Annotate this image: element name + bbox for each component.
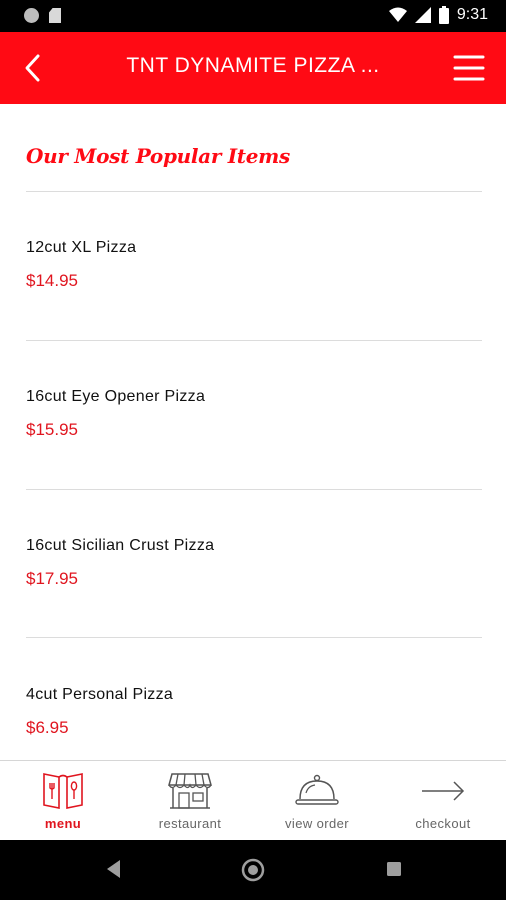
- nav-label: menu: [44, 816, 82, 831]
- nav-menu[interactable]: menu: [0, 761, 126, 841]
- battery-icon: [438, 6, 449, 24]
- hamburger-icon: [453, 55, 485, 81]
- menu-book-icon: [43, 773, 83, 809]
- status-time: 9:31: [456, 6, 488, 23]
- nav-label: restaurant: [158, 816, 222, 831]
- sd-card-icon: [49, 8, 61, 23]
- status-right: 9:31: [388, 6, 488, 24]
- item-price: $17.95: [26, 569, 78, 588]
- status-left: [24, 8, 61, 23]
- divider: [26, 191, 482, 192]
- system-recents-icon[interactable]: [385, 858, 403, 880]
- item-price: $6.95: [26, 718, 69, 737]
- nav-checkout[interactable]: checkout: [380, 761, 506, 841]
- nav-restaurant[interactable]: restaurant: [127, 761, 253, 841]
- storefront-icon: [168, 773, 212, 809]
- app-bar: TNT DYNAMITE PIZZA ...: [0, 32, 506, 104]
- nav-label: view order: [285, 816, 349, 831]
- status-bar: 9:31: [0, 0, 506, 32]
- cell-signal-icon: [414, 7, 431, 23]
- list-item[interactable]: 16cut Eye Opener Pizza $15.95: [0, 388, 506, 508]
- divider: [26, 489, 482, 490]
- system-home-icon[interactable]: [241, 858, 265, 882]
- system-back-icon[interactable]: [104, 858, 124, 880]
- divider: [26, 637, 482, 638]
- item-price: $14.95: [26, 271, 78, 290]
- item-name: 4cut Personal Pizza: [26, 686, 174, 703]
- section-title: Our Most Popular Items: [26, 144, 290, 168]
- wifi-icon: [388, 7, 407, 22]
- list-item[interactable]: 4cut Personal Pizza $6.95: [0, 686, 506, 760]
- hamburger-menu-button[interactable]: [452, 51, 486, 85]
- page-title: TNT DYNAMITE PIZZA ...: [126, 54, 380, 77]
- popular-items-list: Our Most Popular Items 12cut XL Pizza $1…: [0, 104, 506, 760]
- divider: [26, 340, 482, 341]
- list-item[interactable]: 16cut Sicilian Crust Pizza $17.95: [0, 537, 506, 657]
- system-nav-bar: [0, 840, 506, 900]
- item-price: $15.95: [26, 420, 78, 439]
- cloche-icon: [295, 774, 339, 805]
- item-name: 16cut Eye Opener Pizza: [26, 388, 206, 405]
- nav-label: checkout: [415, 816, 471, 831]
- back-button[interactable]: [16, 50, 52, 86]
- notification-dot-icon: [24, 8, 39, 23]
- item-name: 12cut XL Pizza: [26, 239, 137, 256]
- list-item[interactable]: 12cut XL Pizza $14.95: [0, 239, 506, 359]
- arrow-right-icon: [422, 781, 465, 801]
- chevron-left-icon: [25, 54, 40, 82]
- bottom-nav: menu restaurant view order checkout: [0, 760, 506, 840]
- item-name: 16cut Sicilian Crust Pizza: [26, 537, 215, 554]
- nav-view-order[interactable]: view order: [254, 761, 380, 841]
